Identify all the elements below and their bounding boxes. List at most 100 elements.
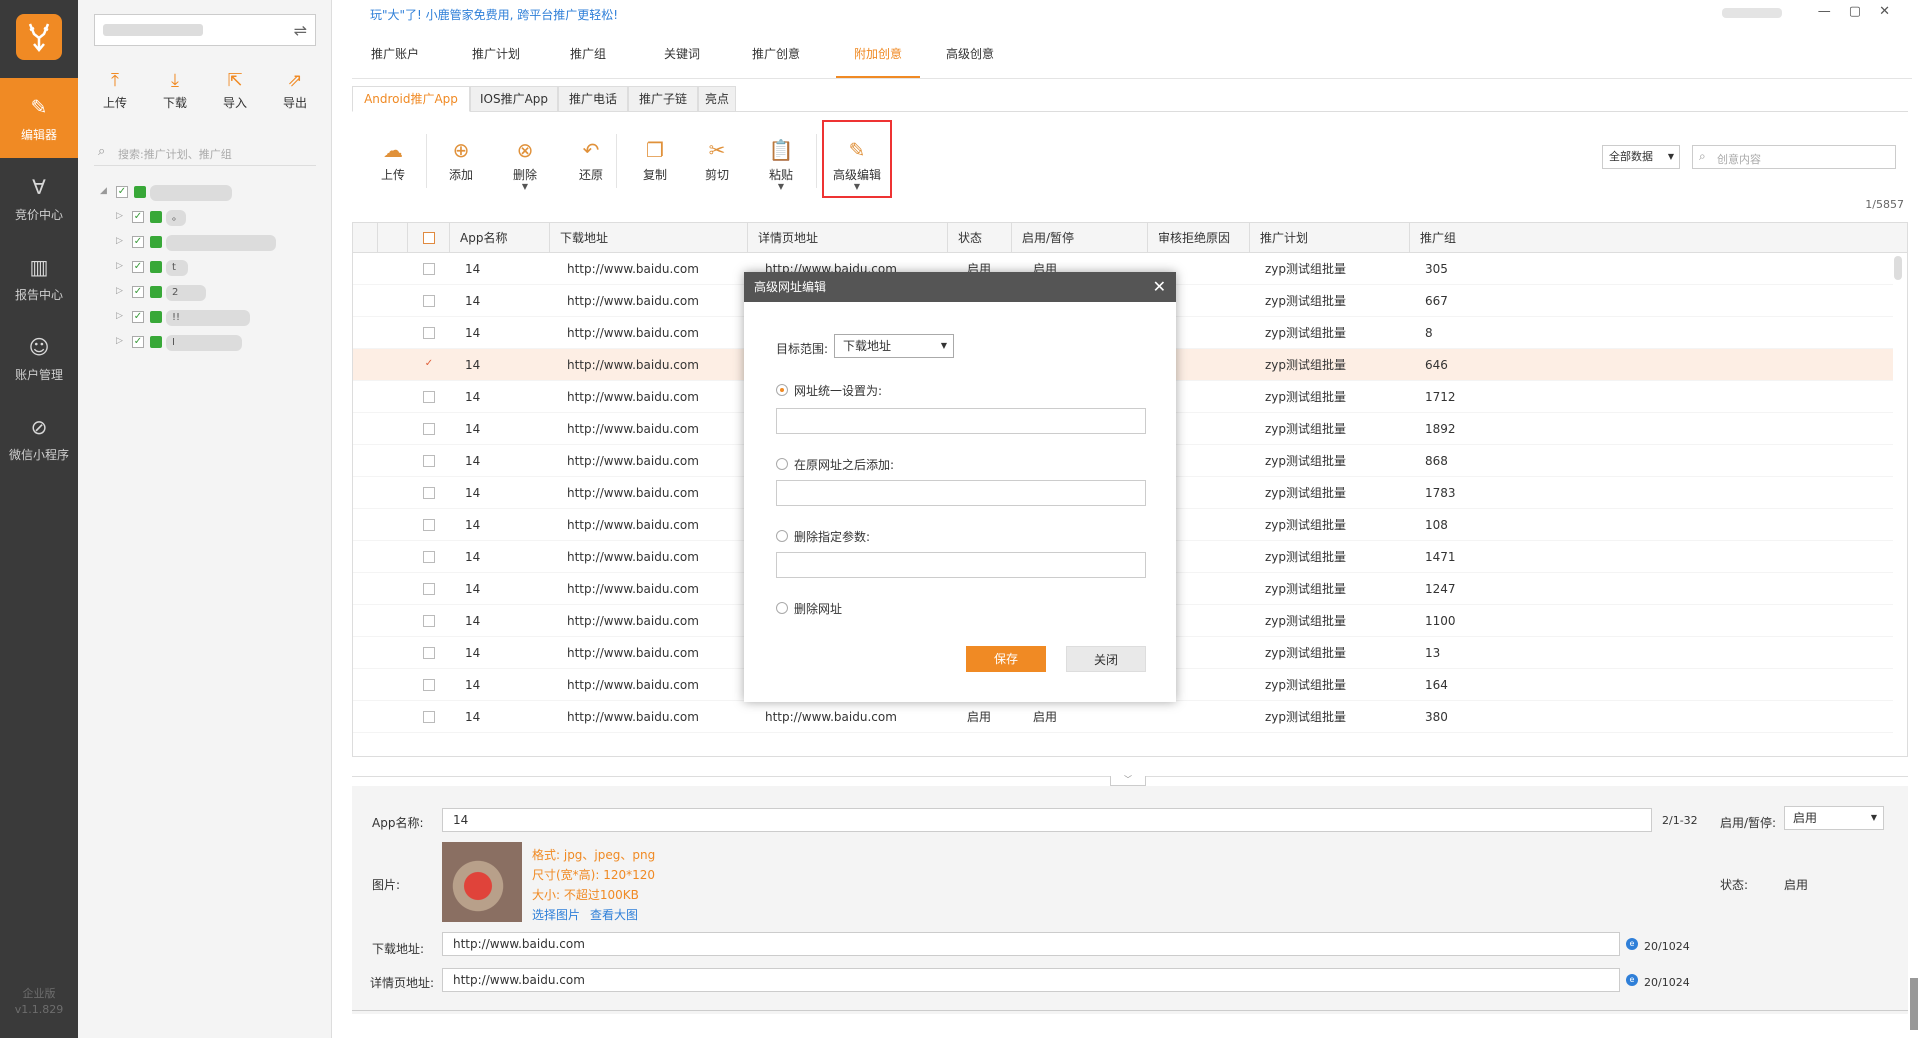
- tree-node-checkbox[interactable]: ✓: [132, 261, 144, 273]
- rail-item-label: 竞价中心: [14, 208, 63, 222]
- toolbar-button-3[interactable]: ↶ 还原: [564, 136, 618, 183]
- toolbar-button-0[interactable]: ☁ 上传: [366, 136, 420, 183]
- toolbar-button-label: 剪切: [704, 168, 729, 182]
- creative-search-input[interactable]: ⌕ 创意内容: [1692, 145, 1896, 169]
- tab-5[interactable]: 附加创意: [836, 40, 920, 78]
- sub-tab-0[interactable]: Android推广App: [352, 86, 470, 112]
- group-icon: [150, 286, 162, 298]
- tree-node[interactable]: ▷ ✓ I: [116, 334, 300, 352]
- app-icon-thumbnail[interactable]: [442, 842, 522, 922]
- export-icon: ⇗: [287, 70, 303, 91]
- caret-collapsed-icon[interactable]: ▷: [116, 236, 123, 246]
- caret-collapsed-icon[interactable]: ▷: [116, 261, 123, 271]
- user-icon: ☺: [28, 335, 50, 359]
- caret-expanded-icon[interactable]: ◢: [100, 186, 107, 196]
- toolbar-separator: [816, 134, 817, 188]
- download-url-label: 下载地址:: [372, 942, 425, 956]
- tree-node[interactable]: ◢ ✓: [100, 184, 300, 202]
- rail-item-0[interactable]: ✎ 编辑器: [0, 78, 78, 158]
- version-info: 企业版 v1.1.829: [0, 986, 78, 1018]
- app-name-input[interactable]: 14: [442, 808, 1652, 832]
- paste-icon: 📋: [768, 138, 794, 162]
- tree-node[interactable]: ▷ ✓ 。: [116, 209, 300, 227]
- tree-node-label-redacted: [166, 235, 276, 251]
- radio-remove-param[interactable]: [776, 530, 788, 542]
- toolbar-button-2[interactable]: ⊗ 删除 ▼: [498, 136, 552, 191]
- status-value: 启用: [1784, 878, 1809, 892]
- tree-node-checkbox[interactable]: ✓: [116, 186, 128, 198]
- open-browser-icon[interactable]: e: [1626, 974, 1638, 986]
- radio-append-url[interactable]: [776, 458, 788, 470]
- maximize-icon[interactable]: ▢: [1849, 4, 1879, 19]
- account-selector[interactable]: ⇌: [94, 14, 316, 46]
- tree-action-3[interactable]: ⇗ 导出: [272, 70, 318, 111]
- tree-node[interactable]: ▷ ✓!!: [116, 309, 300, 327]
- collapse-panel-handle[interactable]: ﹀: [1110, 776, 1146, 786]
- remove-param-input[interactable]: [776, 552, 1146, 578]
- tab-divider: [352, 78, 1912, 79]
- minimize-icon[interactable]: —: [1818, 4, 1849, 19]
- window-scrollbar[interactable]: [1910, 978, 1918, 1030]
- toolbar-button-4[interactable]: ❐ 复制: [628, 136, 682, 183]
- data-filter-select[interactable]: 全部数据 ▼: [1602, 145, 1680, 169]
- caret-collapsed-icon[interactable]: ▷: [116, 286, 123, 296]
- tree-node-checkbox[interactable]: ✓: [132, 236, 144, 248]
- enable-select[interactable]: 启用 ▼: [1784, 806, 1884, 830]
- radio-delete-url[interactable]: [776, 602, 788, 614]
- tree-node[interactable]: ▷ ✓ 2: [116, 284, 300, 302]
- caret-collapsed-icon[interactable]: ▷: [116, 336, 123, 346]
- tab-1[interactable]: 推广计划: [458, 40, 534, 78]
- tab-6[interactable]: 高级创意: [934, 40, 1006, 78]
- scope-select[interactable]: 下载地址 ▼: [834, 334, 954, 358]
- tree-node-checkbox[interactable]: ✓: [132, 311, 144, 323]
- swap-account-icon[interactable]: ⇌: [294, 21, 307, 40]
- choose-image-link[interactable]: 选择图片: [532, 906, 580, 923]
- rail-item-3[interactable]: ☺ 账户管理: [0, 318, 78, 398]
- tab-2[interactable]: 推广组: [560, 40, 616, 78]
- form-bottom-divider: [352, 1010, 1908, 1011]
- app-logo-icon: [16, 14, 62, 60]
- tree-action-1[interactable]: ⤓ 下载: [152, 70, 198, 111]
- download-url-input[interactable]: http://www.baidu.com: [442, 932, 1620, 956]
- tree-node-checkbox[interactable]: ✓: [132, 336, 144, 348]
- tree-action-label: 上传: [102, 96, 127, 110]
- sub-tab-4[interactable]: 亮点: [698, 86, 736, 112]
- caret-collapsed-icon[interactable]: ▷: [116, 311, 123, 321]
- tab-0[interactable]: 推广账户: [360, 40, 430, 78]
- tree-node[interactable]: ▷ ✓ t: [116, 259, 300, 277]
- copy-icon: ❐: [646, 138, 664, 162]
- chevron-down-icon: ▼: [1667, 152, 1674, 161]
- open-browser-icon[interactable]: e: [1626, 938, 1638, 950]
- close-window-icon[interactable]: ✕: [1879, 4, 1908, 19]
- close-icon[interactable]: ✕: [1153, 272, 1166, 302]
- detail-url-count: 20/1024: [1644, 976, 1690, 989]
- toolbar-button-1[interactable]: ⊕ 添加: [434, 136, 488, 183]
- radio-set-url[interactable]: [776, 384, 788, 396]
- sub-tab-3[interactable]: 推广子链: [628, 86, 698, 112]
- toolbar-button-5[interactable]: ✂ 剪切: [690, 136, 744, 183]
- close-button[interactable]: 关闭: [1066, 646, 1146, 672]
- tree-search-box[interactable]: ⌕ 搜索:推广计划、推广组: [94, 140, 316, 166]
- save-button[interactable]: 保存: [966, 646, 1046, 672]
- set-url-input[interactable]: [776, 408, 1146, 434]
- sub-tab-2[interactable]: 推广电话: [558, 86, 628, 112]
- detail-url-input[interactable]: http://www.baidu.com: [442, 968, 1620, 992]
- promo-banner[interactable]: 玩"大"了! 小鹿管家免费用, 跨平台推广更轻松!: [370, 6, 618, 23]
- rail-item-4[interactable]: ⊘ 微信小程序: [0, 398, 78, 478]
- view-large-link[interactable]: 查看大图: [590, 906, 638, 923]
- tree-node-checkbox[interactable]: ✓: [132, 286, 144, 298]
- rail-item-2[interactable]: ▥ 报告中心: [0, 238, 78, 318]
- tab-4[interactable]: 推广创意: [738, 40, 814, 78]
- search-icon: ⌕: [1699, 149, 1706, 163]
- rail-item-1[interactable]: ∀ 竞价中心: [0, 158, 78, 238]
- tree-action-2[interactable]: ⇱ 导入: [212, 70, 258, 111]
- sub-tab-1[interactable]: IOS推广App: [470, 86, 558, 112]
- toolbar-button-6[interactable]: 📋 粘贴 ▼: [754, 136, 808, 191]
- tree-node-checkbox[interactable]: ✓: [132, 211, 144, 223]
- append-url-input[interactable]: [776, 480, 1146, 506]
- rail-item-label: 报告中心: [14, 288, 63, 302]
- caret-collapsed-icon[interactable]: ▷: [116, 211, 123, 221]
- tree-action-0[interactable]: ⤒ 上传: [92, 70, 138, 111]
- tree-node[interactable]: ▷ ✓: [116, 234, 300, 252]
- tab-3[interactable]: 关键词: [652, 40, 712, 78]
